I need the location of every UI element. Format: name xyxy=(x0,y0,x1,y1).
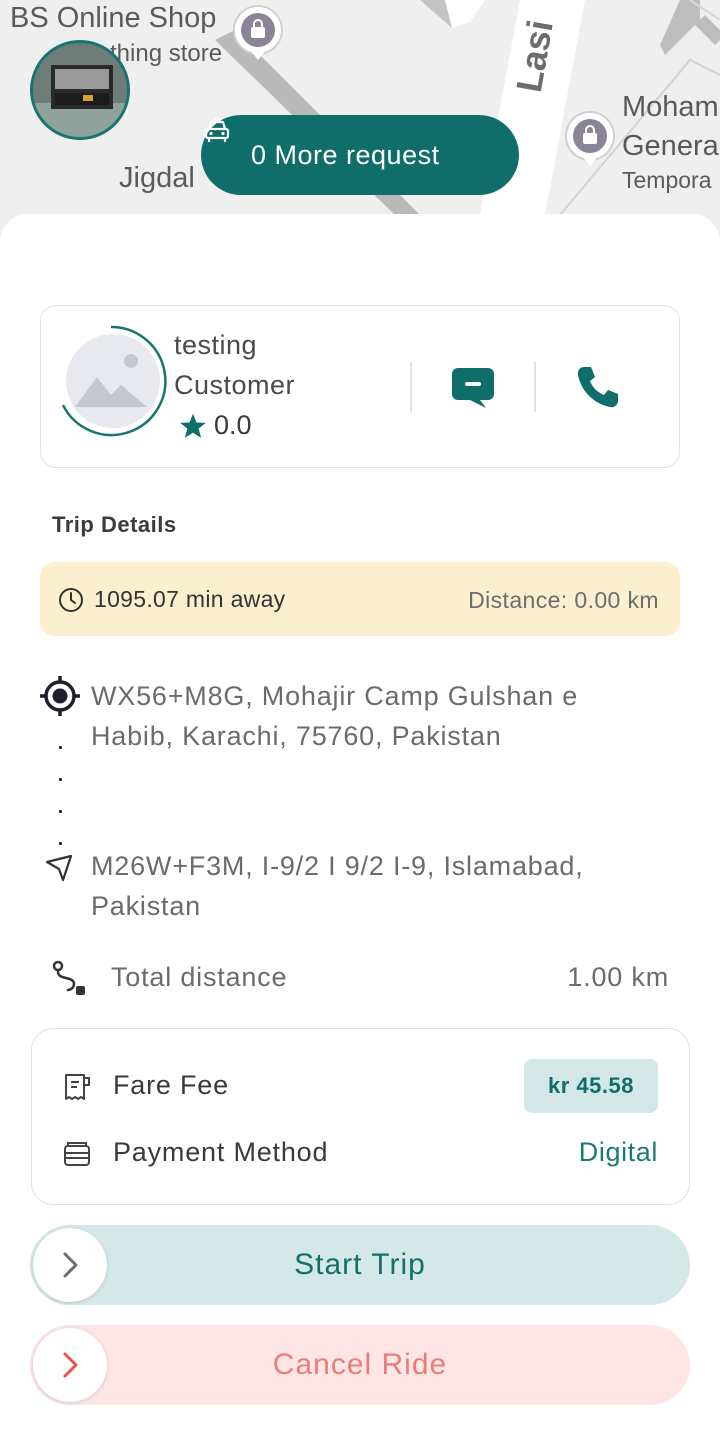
dropoff-address: M26W+F3M, I-9/2 I 9/2 I-9, Islamabad, Pa… xyxy=(91,851,584,921)
fare-card xyxy=(31,1028,690,1205)
customer-avatar[interactable] xyxy=(55,325,167,437)
car-icon xyxy=(204,118,230,142)
receipt-icon xyxy=(65,1074,90,1100)
route-dot xyxy=(59,746,62,749)
fare-fee-value: kr 45.58 xyxy=(524,1059,658,1113)
payment-method-label: Payment Method xyxy=(113,1137,329,1167)
pickup-address: WX56+M8G, Mohajir Camp Gulshan e Habib, … xyxy=(91,681,579,751)
customer-role: Customer xyxy=(174,370,296,400)
route-dot xyxy=(59,778,62,781)
dropoff-navigation-icon xyxy=(45,854,73,882)
eta-text: 1095.07 min away xyxy=(94,586,286,612)
total-distance-value: 1.00 km xyxy=(567,962,669,992)
shop-thumbnail[interactable] xyxy=(30,40,130,140)
more-request-button[interactable]: 0 More request xyxy=(201,115,519,195)
pickup-location-icon xyxy=(40,676,80,716)
cancel-ride-handle[interactable] xyxy=(33,1328,107,1402)
wallet-icon xyxy=(64,1142,90,1166)
fare-fee-label: Fare Fee xyxy=(113,1070,229,1100)
payment-method-value: Digital xyxy=(578,1137,658,1167)
divider xyxy=(534,362,536,412)
clock-icon xyxy=(59,587,83,612)
map-label-right-3: Tempora xyxy=(622,167,712,193)
route-dot xyxy=(59,810,62,813)
cancel-ride-slider[interactable]: Cancel Ride xyxy=(30,1325,690,1405)
map-label-shop: BS Online Shop xyxy=(10,2,217,34)
customer-rating: 0.0 xyxy=(178,410,252,441)
customer-name: testing xyxy=(174,330,258,360)
total-distance-label: Total distance xyxy=(111,962,288,992)
more-request-label: 0 More request xyxy=(251,139,440,170)
star-icon xyxy=(180,413,206,438)
trip-details-title: Trip Details xyxy=(52,512,177,537)
route-icon xyxy=(52,960,85,995)
map-label-right-2: Genera xyxy=(622,130,719,162)
route-dot xyxy=(59,842,62,845)
rating-value: 0.0 xyxy=(214,410,252,440)
eta-distance: Distance: 0.00 km xyxy=(468,587,659,613)
chevron-right-icon xyxy=(63,1352,78,1378)
phone-icon[interactable] xyxy=(574,364,620,410)
chat-icon[interactable] xyxy=(450,364,496,410)
start-trip-label: Start Trip xyxy=(294,1248,426,1281)
cancel-ride-label: Cancel Ride xyxy=(272,1348,448,1381)
start-trip-handle[interactable] xyxy=(33,1228,107,1302)
chevron-right-icon xyxy=(63,1252,78,1278)
map-label-place: Jigdal xyxy=(119,162,195,194)
divider xyxy=(410,362,412,412)
map-label-right-1: Moham xyxy=(622,91,719,123)
start-trip-slider[interactable]: Start Trip xyxy=(30,1225,690,1305)
eta-info: 1095.07 min away xyxy=(58,586,285,613)
